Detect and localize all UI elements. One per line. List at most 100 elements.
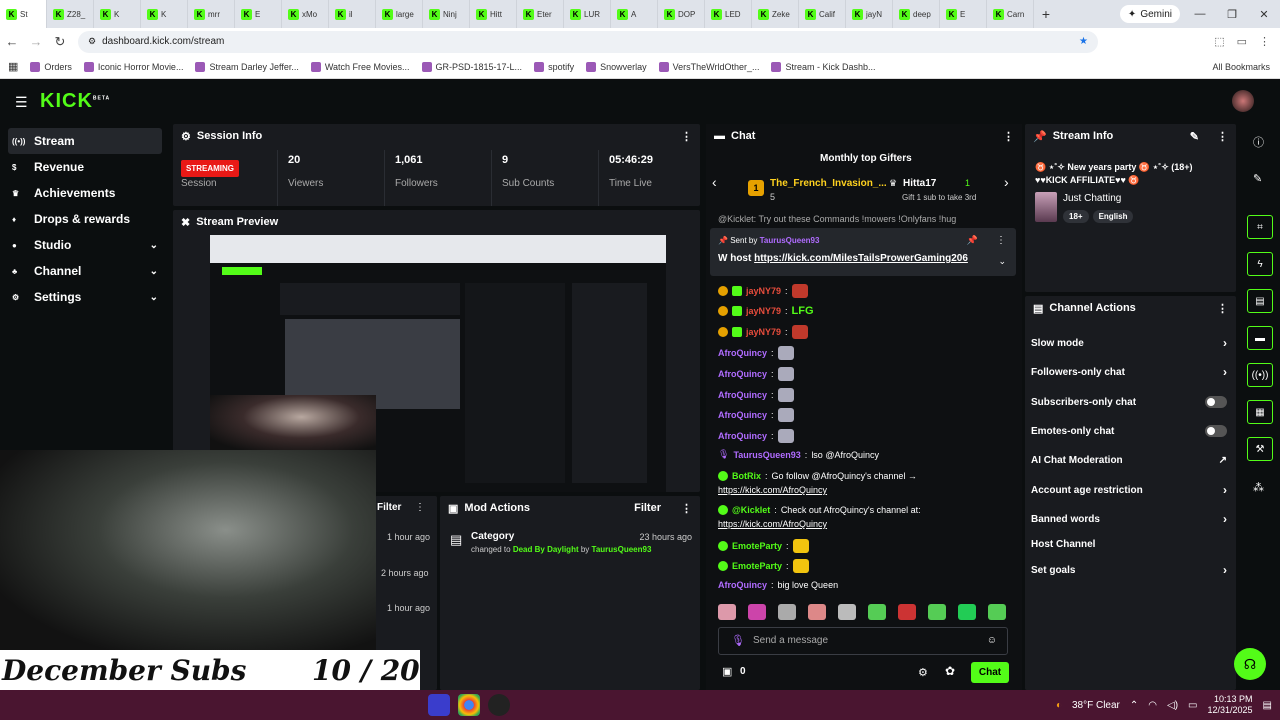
emote-icon[interactable] bbox=[958, 604, 976, 620]
kebab-icon[interactable]: ⋮ bbox=[415, 502, 425, 513]
sidebar-item-channel[interactable]: ♣ Channel ⌄ bbox=[8, 258, 162, 284]
browser-tab[interactable]: K LUR bbox=[564, 0, 611, 28]
emote-icon[interactable] bbox=[868, 604, 886, 620]
user-avatar[interactable] bbox=[1232, 90, 1254, 112]
sidebar-item-achievements[interactable]: ♛ Achievements bbox=[8, 180, 162, 206]
url-field[interactable]: ⚙ dashboard.kick.com/stream ★ bbox=[78, 30, 1098, 53]
chat-username[interactable]: @Kicklet bbox=[732, 505, 770, 515]
chat-username[interactable]: AfroQuincy bbox=[718, 410, 767, 420]
channel-action-followers-only-chat[interactable]: Followers-only chat › bbox=[1031, 365, 1227, 379]
site-info-icon[interactable]: ⚙ bbox=[88, 36, 96, 47]
emote-icon[interactable] bbox=[718, 604, 736, 620]
new-tab-button[interactable]: + bbox=[1034, 6, 1058, 22]
browser-tab[interactable]: K Zeke bbox=[752, 0, 799, 28]
chat-bubble-icon[interactable]: ▬ bbox=[1247, 326, 1273, 350]
chat-link[interactable]: https://kick.com/AfroQuincy bbox=[718, 485, 827, 495]
category-thumbnail[interactable] bbox=[1035, 192, 1057, 222]
pinned-link[interactable]: https://kick.com/MilesTailsProwerGaming2… bbox=[754, 253, 968, 264]
edit-icon[interactable]: ✎ bbox=[1190, 130, 1199, 143]
channel-action-banned-words[interactable]: Banned words › bbox=[1031, 512, 1227, 526]
browser-tab[interactable]: K St bbox=[0, 0, 47, 28]
unpin-icon[interactable]: 📌 bbox=[967, 235, 978, 246]
wifi-icon[interactable]: ◠ bbox=[1148, 700, 1157, 711]
channel-action-subscribers-only-chat[interactable]: Subscribers-only chat bbox=[1031, 395, 1227, 409]
gifter1-name[interactable]: The_French_Invasion_... bbox=[770, 178, 887, 189]
sidebar-item-studio[interactable]: ● Studio ⌄ bbox=[8, 232, 162, 258]
kebab-icon[interactable]: ⋮ bbox=[681, 130, 692, 143]
bookmark-item[interactable]: Orders bbox=[30, 61, 72, 72]
forward-icon[interactable]: → bbox=[24, 34, 48, 49]
browser-tab[interactable]: K Ninj bbox=[423, 0, 470, 28]
browser-tab[interactable]: KA bbox=[611, 0, 658, 28]
kebab-icon[interactable]: ⋮ bbox=[681, 502, 692, 515]
emote-icon[interactable] bbox=[838, 604, 856, 620]
emote-icon[interactable] bbox=[898, 604, 916, 620]
chat-username[interactable]: AfroQuincy bbox=[718, 431, 767, 441]
emoji-icon[interactable]: ☺ bbox=[987, 635, 997, 646]
chat-username[interactable]: TaurusQueen93 bbox=[733, 450, 800, 460]
user-link[interactable]: TaurusQueen93 bbox=[592, 545, 652, 554]
browser-tab[interactable]: KxMo bbox=[282, 0, 329, 28]
kebab-icon[interactable]: ⋮ bbox=[1217, 302, 1228, 315]
weather-text[interactable]: 38°F Clear bbox=[1072, 700, 1120, 711]
hamburger-icon[interactable]: ☰ bbox=[15, 94, 28, 111]
channel-action-account-age-restriction[interactable]: Account age restriction › bbox=[1031, 483, 1227, 497]
taskbar-app-icon[interactable] bbox=[428, 694, 450, 716]
emote-icon[interactable] bbox=[748, 604, 766, 620]
bookmark-item[interactable]: GR-PSD-1815-17-L... bbox=[421, 61, 522, 72]
volume-icon[interactable]: ◁) bbox=[1167, 700, 1178, 711]
chrome-icon[interactable] bbox=[458, 694, 480, 716]
chat-link[interactable]: https://kick.com/AfroQuincy bbox=[718, 519, 827, 529]
kebab-icon[interactable]: ⋮ bbox=[1003, 130, 1014, 143]
chevron-down-icon[interactable]: ⌄ bbox=[150, 266, 158, 277]
emote-icon[interactable] bbox=[988, 604, 1006, 620]
chat-username[interactable]: EmoteParty bbox=[732, 541, 782, 551]
chevron-down-icon[interactable]: ⌄ bbox=[150, 292, 158, 303]
bookmark-item[interactable]: VersTheWrldOther_... bbox=[658, 61, 759, 72]
channel-action-set-goals[interactable]: Set goals › bbox=[1031, 563, 1227, 577]
wrench-icon[interactable]: ⚒ bbox=[1247, 437, 1273, 461]
minimize-icon[interactable]: — bbox=[1184, 0, 1216, 28]
chat-username[interactable]: AfroQuincy bbox=[718, 390, 767, 400]
settings-icon[interactable]: ⚙ bbox=[918, 666, 928, 679]
emote-icon[interactable] bbox=[778, 604, 796, 620]
chat-username[interactable]: jayNY79 bbox=[746, 306, 781, 316]
battery-icon[interactable]: ▭ bbox=[1188, 700, 1197, 711]
channel-action-slow-mode[interactable]: Slow mode › bbox=[1031, 336, 1227, 350]
browser-tab[interactable]: K Hitt bbox=[470, 0, 517, 28]
apps-icon[interactable]: ▦ bbox=[8, 60, 18, 73]
browser-tab[interactable]: K Z28_ bbox=[47, 0, 94, 28]
chat-username[interactable]: jayNY79 bbox=[746, 327, 781, 337]
chat-username[interactable]: jayNY79 bbox=[746, 286, 781, 296]
kick-logo[interactable]: KICKBETA bbox=[40, 90, 110, 113]
browser-tab[interactable]: Kdeep bbox=[893, 0, 940, 28]
game-link[interactable]: Dead By Daylight bbox=[513, 545, 579, 554]
category-name[interactable]: Just Chatting bbox=[1063, 193, 1121, 204]
tag[interactable]: 18+ bbox=[1063, 210, 1089, 223]
clock[interactable]: 10:13 PM 12/31/2025 bbox=[1208, 694, 1253, 716]
gifters-prev-icon[interactable]: ‹ bbox=[712, 174, 717, 190]
bookmark-item[interactable]: Watch Free Movies... bbox=[310, 61, 410, 72]
points-icon[interactable]: ▣ bbox=[722, 665, 732, 678]
clipboard-icon[interactable]: ▤ bbox=[1247, 289, 1273, 313]
restore-icon[interactable]: ❐ bbox=[1216, 0, 1248, 28]
sidebar-item-drops-rewards[interactable]: ♦ Drops & rewards bbox=[8, 206, 162, 232]
chat-username[interactable]: AfroQuincy bbox=[718, 369, 767, 379]
toggle-switch[interactable] bbox=[1205, 425, 1227, 437]
toggle-switch[interactable] bbox=[1205, 396, 1227, 408]
browser-tab[interactable]: KK bbox=[141, 0, 188, 28]
gifters-next-icon[interactable]: › bbox=[1004, 174, 1009, 190]
browser-tab[interactable]: KK bbox=[94, 0, 141, 28]
kebab-icon[interactable]: ⋮ bbox=[1217, 130, 1228, 143]
info-icon[interactable]: ⓘ bbox=[1253, 134, 1264, 150]
browser-tab[interactable]: K LED bbox=[705, 0, 752, 28]
mic-icon[interactable]: 🎙 bbox=[731, 634, 745, 647]
chat-username[interactable]: AfroQuincy bbox=[718, 348, 767, 358]
browser-tab[interactable]: Klarge bbox=[376, 0, 423, 28]
sidebar-item-stream[interactable]: ((•)) Stream bbox=[8, 128, 162, 154]
chevron-down-icon[interactable]: ⌄ bbox=[998, 256, 1006, 267]
bookmark-item[interactable]: Stream - Kick Dashb... bbox=[771, 61, 876, 72]
browser-tab[interactable]: K Calif bbox=[799, 0, 846, 28]
obs-icon[interactable] bbox=[488, 694, 510, 716]
browser-tab[interactable]: Kil bbox=[329, 0, 376, 28]
